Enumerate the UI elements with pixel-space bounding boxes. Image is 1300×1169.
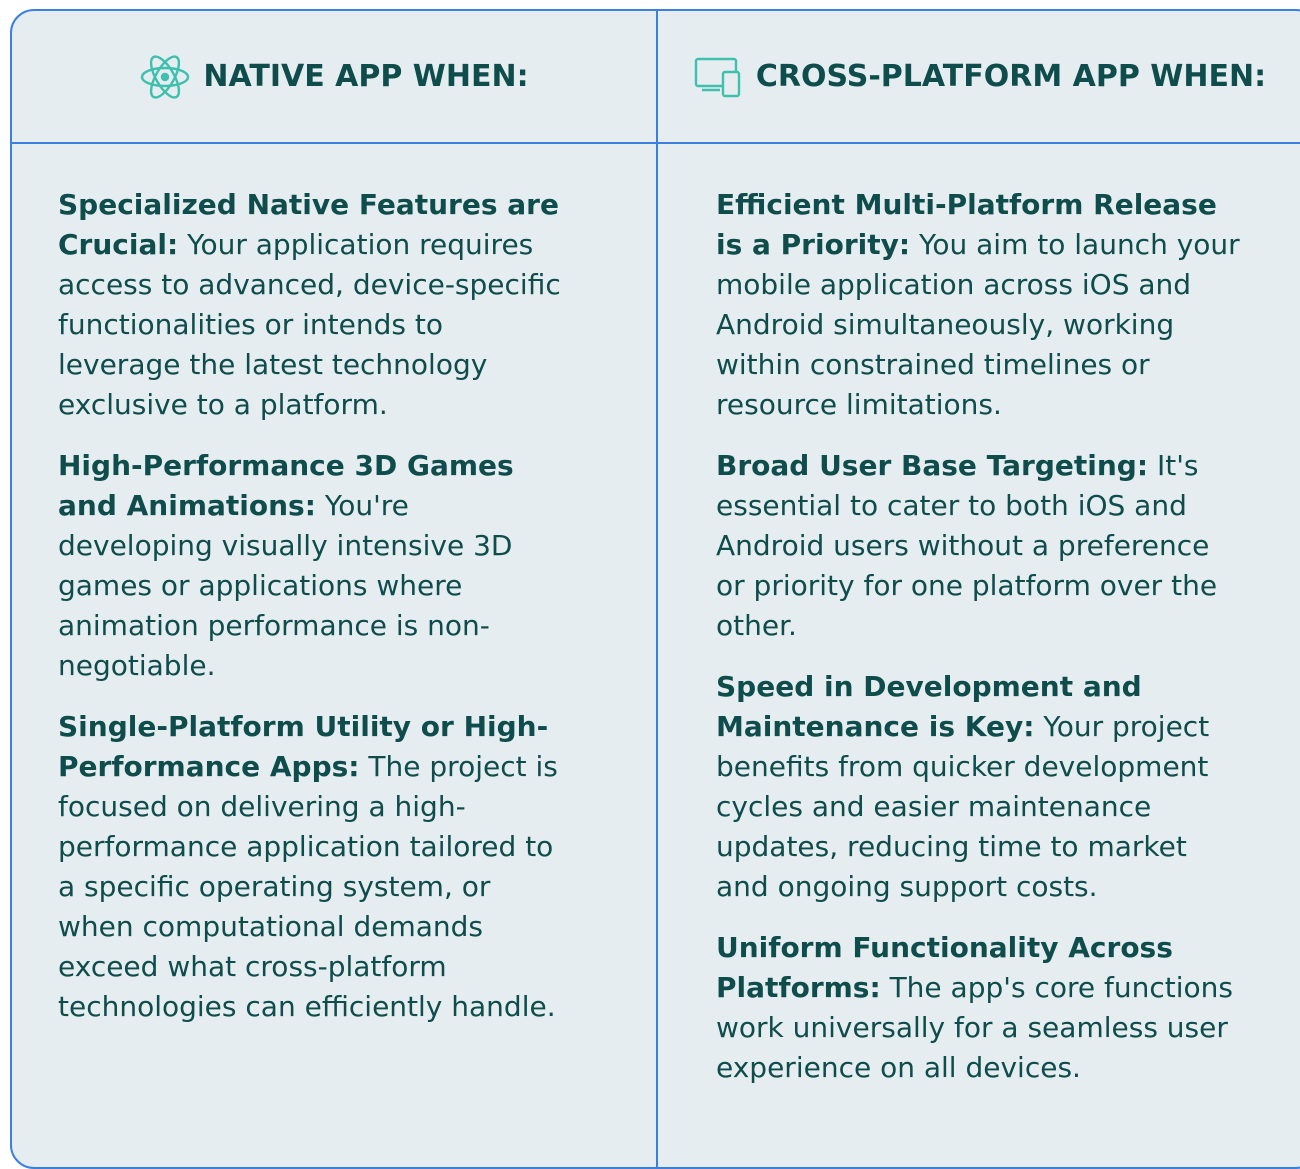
cross-platform-header: CROSS-PLATFORM APP WHEN: (658, 11, 1300, 142)
native-list: Specialized Native Features are Crucial:… (58, 185, 570, 1048)
cross-platform-list: Efficient Multi-Platform Release is a Pr… (716, 185, 1241, 1109)
react-atom-icon (139, 53, 191, 101)
native-header: NATIVE APP WHEN: (12, 11, 656, 142)
native-title: NATIVE APP WHEN: (203, 59, 529, 94)
list-item: Broad User Base Targeting: It's essentia… (716, 446, 1241, 646)
devices-icon (694, 56, 744, 98)
item-lead: High-Performance 3D Games and Animations… (58, 449, 514, 522)
comparison-card: NATIVE APP WHEN: CROSS-PLATFORM APP WHEN… (10, 9, 1300, 1169)
list-item: Single-Platform Utility or High-Performa… (58, 707, 570, 1027)
list-item: Specialized Native Features are Crucial:… (58, 185, 570, 425)
list-item: Speed in Development and Maintenance is … (716, 667, 1241, 907)
item-lead: Broad User Base Targeting: (716, 449, 1149, 482)
list-item: Uniform Functionality Across Platforms: … (716, 928, 1241, 1088)
cross-platform-title: CROSS-PLATFORM APP WHEN: (755, 59, 1267, 94)
list-item: Efficient Multi-Platform Release is a Pr… (716, 185, 1241, 425)
header-divider (12, 142, 1300, 144)
item-text: The project is focused on delivering a h… (58, 750, 558, 1023)
column-divider (656, 11, 658, 1167)
list-item: High-Performance 3D Games and Animations… (58, 446, 570, 686)
